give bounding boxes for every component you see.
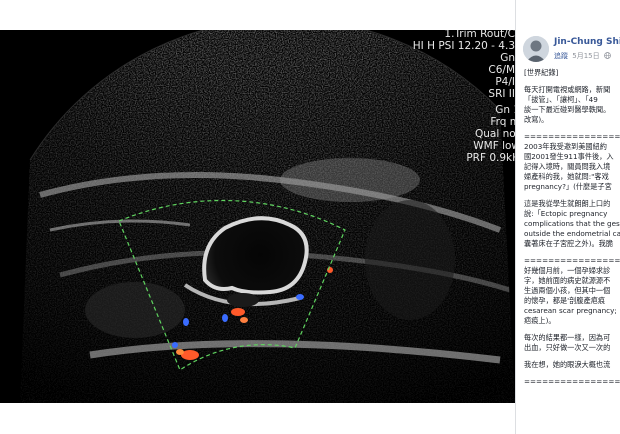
scan-param-line: Gn 1 <box>495 104 515 116</box>
ultrasound-scan-graphic <box>20 30 515 403</box>
author-name[interactable]: Jin-Chung Shih <box>554 37 620 47</box>
author-avatar[interactable] <box>523 36 549 62</box>
post-paragraph: ========================== 好幾個月前，一個孕婦求診 … <box>524 256 620 325</box>
photo-viewer: 1.Trim Rout/C HI H PSI 12.20 - 4.3 Gn C6/M P… <box>0 0 515 434</box>
scan-param-line: Gn <box>500 52 515 64</box>
post-date[interactable]: 5月15日 <box>572 52 599 60</box>
scan-param-line: PRF 0.9kH <box>466 152 515 164</box>
post-meta: 追蹤 5月15日 <box>554 51 613 61</box>
post-paragraph: [世界紀錄] <box>524 68 559 77</box>
post-paragraph: ========================== <box>524 377 620 386</box>
post-panel: Jin-Chung Shih 追蹤 5月15日 [世界紀錄] 每天打開電視或網路，… <box>515 0 620 434</box>
post-paragraph: 每天打開電視或網路，新聞 「拔管」、「讓柯」、「49 談一下最近碰到醫學軼聞。 … <box>524 85 611 124</box>
post-paragraph: ========================== 2003年我受邀到美國紐約… <box>524 132 620 191</box>
follow-link[interactable]: 追蹤 <box>554 52 568 60</box>
scan-param-line: HI H PSI 12.20 - 4.3 <box>412 40 515 52</box>
scan-param-line: Frq m <box>490 116 515 128</box>
post-paragraph: 每次的結果都一樣，因為可 出血，只好做一次又一次的 <box>524 333 611 352</box>
scan-param-line: C6/M <box>488 64 515 76</box>
post-body: [世界紀錄] 每天打開電視或網路，新聞 「拔管」、「讓柯」、「49 談一下最近碰到… <box>524 68 620 394</box>
post-paragraph: 我在想，她的眼淚大概也流 <box>524 360 611 369</box>
post-paragraph: 這是我從學生就朗朗上口的 說:「Ectopic pregnancy compli… <box>524 199 620 248</box>
scan-param-line: 1.Trim Rout/C <box>444 30 515 40</box>
ultrasound-fan <box>20 30 515 403</box>
scan-param-line: Qual nor <box>474 128 515 140</box>
scan-param-line: P4/I <box>495 76 515 88</box>
globe-icon <box>603 52 611 60</box>
scan-param-line: SRI II <box>488 88 515 100</box>
scan-param-line: WMF low <box>473 140 515 152</box>
ultrasound-image: 1.Trim Rout/C HI H PSI 12.20 - 4.3 Gn C6/M P… <box>0 30 515 403</box>
